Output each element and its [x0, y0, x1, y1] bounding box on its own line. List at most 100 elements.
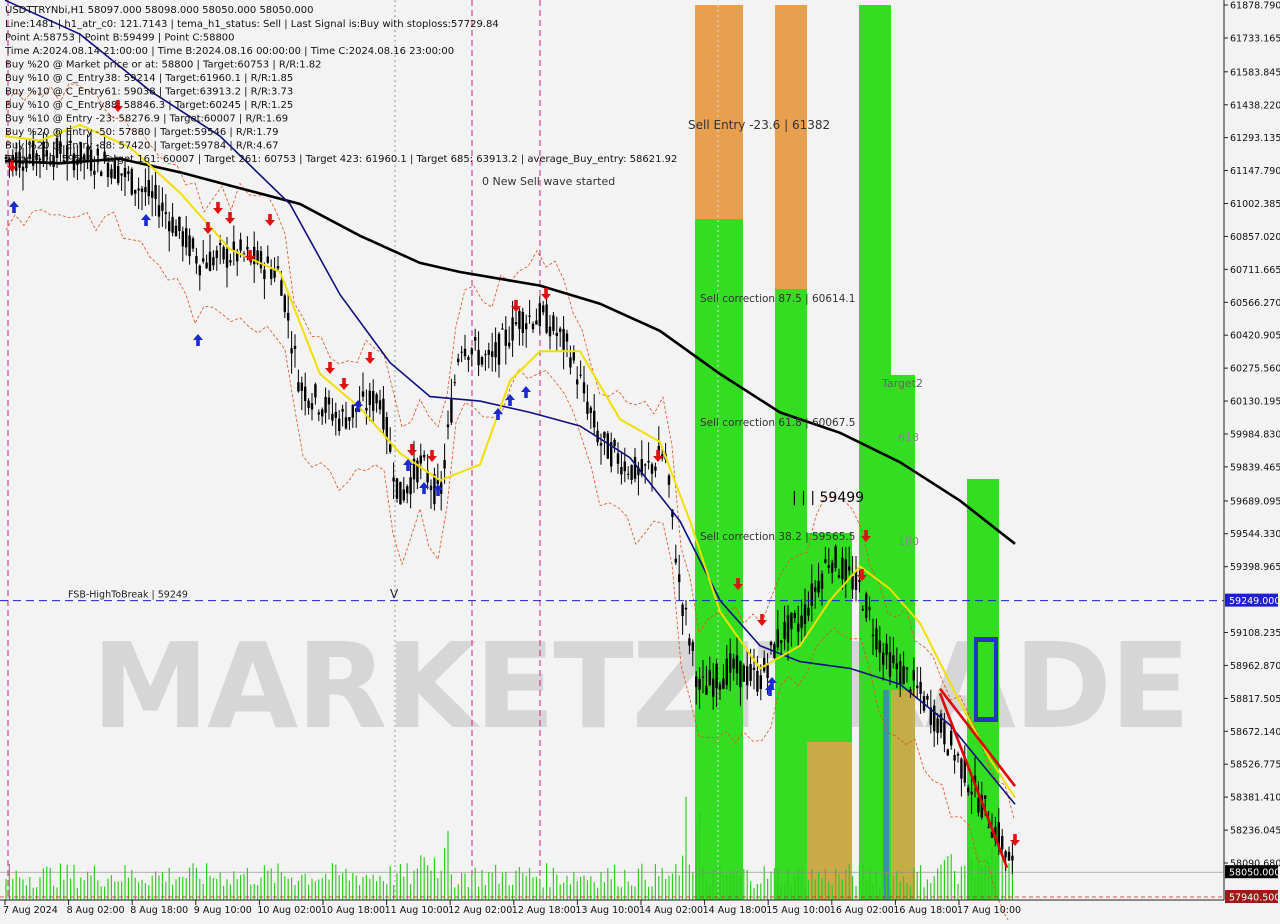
candle-body — [647, 460, 650, 463]
candle-body — [504, 329, 507, 346]
candle-body — [548, 326, 552, 337]
y-tick-label: 60566.270 — [1230, 298, 1280, 309]
candle-body — [280, 280, 283, 296]
candle-body — [565, 333, 569, 342]
candle-body — [514, 322, 518, 325]
candle-body — [902, 666, 905, 685]
candle-body — [892, 655, 895, 664]
candle-body — [164, 212, 167, 215]
candle-body — [293, 345, 297, 349]
candle-body — [314, 384, 317, 398]
x-tick-label: 16 Aug 02:00 — [830, 905, 894, 916]
candle-body — [943, 721, 946, 745]
candle-body — [793, 613, 796, 618]
y-tick-label: 60857.020 — [1230, 232, 1280, 243]
x-tick-label: 7 Aug 2024 — [3, 905, 58, 916]
candle-body — [263, 269, 266, 280]
candle-body — [861, 609, 864, 611]
candle-body — [559, 328, 562, 332]
candle-body — [378, 400, 382, 410]
x-tick-label: 12 Aug 02:00 — [448, 905, 512, 916]
zone-rect — [978, 642, 994, 717]
candle-body — [344, 417, 348, 429]
zone-rect — [695, 5, 743, 219]
candle-body — [739, 661, 742, 688]
y-tick-label: 61733.165 — [1230, 33, 1280, 44]
candle-body — [225, 248, 229, 268]
candle-body — [93, 170, 96, 175]
candle-body — [117, 166, 120, 184]
candle-body — [406, 486, 409, 494]
candle-body — [538, 303, 541, 326]
candle-body — [688, 638, 691, 646]
y-tick-label: 61583.845 — [1230, 67, 1280, 78]
candle-body — [307, 400, 310, 408]
candle-body — [361, 391, 365, 397]
candle-body — [936, 718, 939, 733]
candle-body — [443, 460, 446, 469]
candle-body — [229, 260, 232, 263]
candle-body — [960, 758, 963, 779]
candle-body — [287, 313, 290, 321]
y-tick-label: 59984.830 — [1230, 429, 1280, 440]
candle-body — [613, 439, 616, 447]
y-tick-label: 61002.385 — [1230, 199, 1280, 210]
candle-body — [627, 473, 630, 475]
candle-body — [130, 168, 133, 195]
candle-body — [171, 216, 174, 233]
candle-body — [341, 408, 344, 412]
candle-body — [888, 652, 892, 677]
y-tick-label: 60420.905 — [1230, 331, 1280, 342]
info-line: Line:1481 | h1_atr_c0: 121.7143 | tema_h… — [5, 19, 499, 30]
candle-body — [297, 382, 300, 392]
info-line: Buy %20 @ Market price or at: 58800 | Ta… — [5, 60, 321, 71]
candle-body — [123, 167, 127, 178]
candle-body — [722, 678, 725, 689]
candle-body — [831, 562, 834, 573]
candle-body — [858, 580, 861, 583]
candle-body — [338, 418, 341, 431]
info-line: Point A:58753 | Point B:59499 | Point C:… — [5, 33, 235, 44]
info-line: Target100: 59546 | Target 161: 60007 | T… — [4, 154, 677, 165]
candle-body — [1011, 855, 1014, 861]
chart-background — [0, 0, 1280, 920]
candle-body — [219, 243, 222, 245]
candle-body — [620, 467, 623, 475]
candle-body — [841, 557, 844, 580]
candle-body — [732, 658, 735, 669]
candle-body — [202, 258, 205, 262]
candle-body — [589, 407, 592, 413]
candle-body — [321, 409, 324, 417]
y-tick-label: 58236.045 — [1230, 826, 1280, 837]
zone-rect — [775, 289, 807, 900]
candle-body — [868, 606, 871, 610]
candle-body — [399, 481, 402, 505]
candle-body — [389, 444, 392, 452]
candle-body — [106, 163, 110, 178]
candle-body — [814, 587, 817, 592]
candle-body — [368, 390, 371, 406]
candle-body — [259, 251, 263, 269]
x-tick-label: 15 Aug 10:00 — [766, 905, 830, 916]
candle-body — [712, 678, 715, 697]
candle-body — [851, 575, 854, 590]
target2-label: Target2 — [881, 377, 923, 390]
candle-body — [205, 262, 208, 269]
candle-body — [151, 191, 154, 198]
candle-body — [525, 323, 528, 330]
candle-body — [304, 386, 307, 401]
info-line: Time A:2024.08.14 21:00:00 | Time B:2024… — [4, 46, 454, 57]
candle-body — [705, 685, 708, 695]
y-tick-label: 61878.790 — [1230, 1, 1280, 12]
y-tick-label: 58817.505 — [1230, 694, 1280, 705]
candle-body — [630, 464, 633, 481]
candle-body — [348, 417, 351, 421]
chart-area: MARKETZITRADE 0 New Sell wave started Se… — [0, 0, 1280, 924]
candle-body — [372, 391, 375, 411]
candle-body — [382, 398, 385, 430]
candle-body — [174, 225, 178, 237]
candle-body — [865, 593, 868, 618]
candle-body — [562, 328, 565, 350]
candle-body — [776, 629, 779, 648]
fsb-high-to-break-label: FSB-HighToBreak | 59249 — [68, 590, 188, 601]
